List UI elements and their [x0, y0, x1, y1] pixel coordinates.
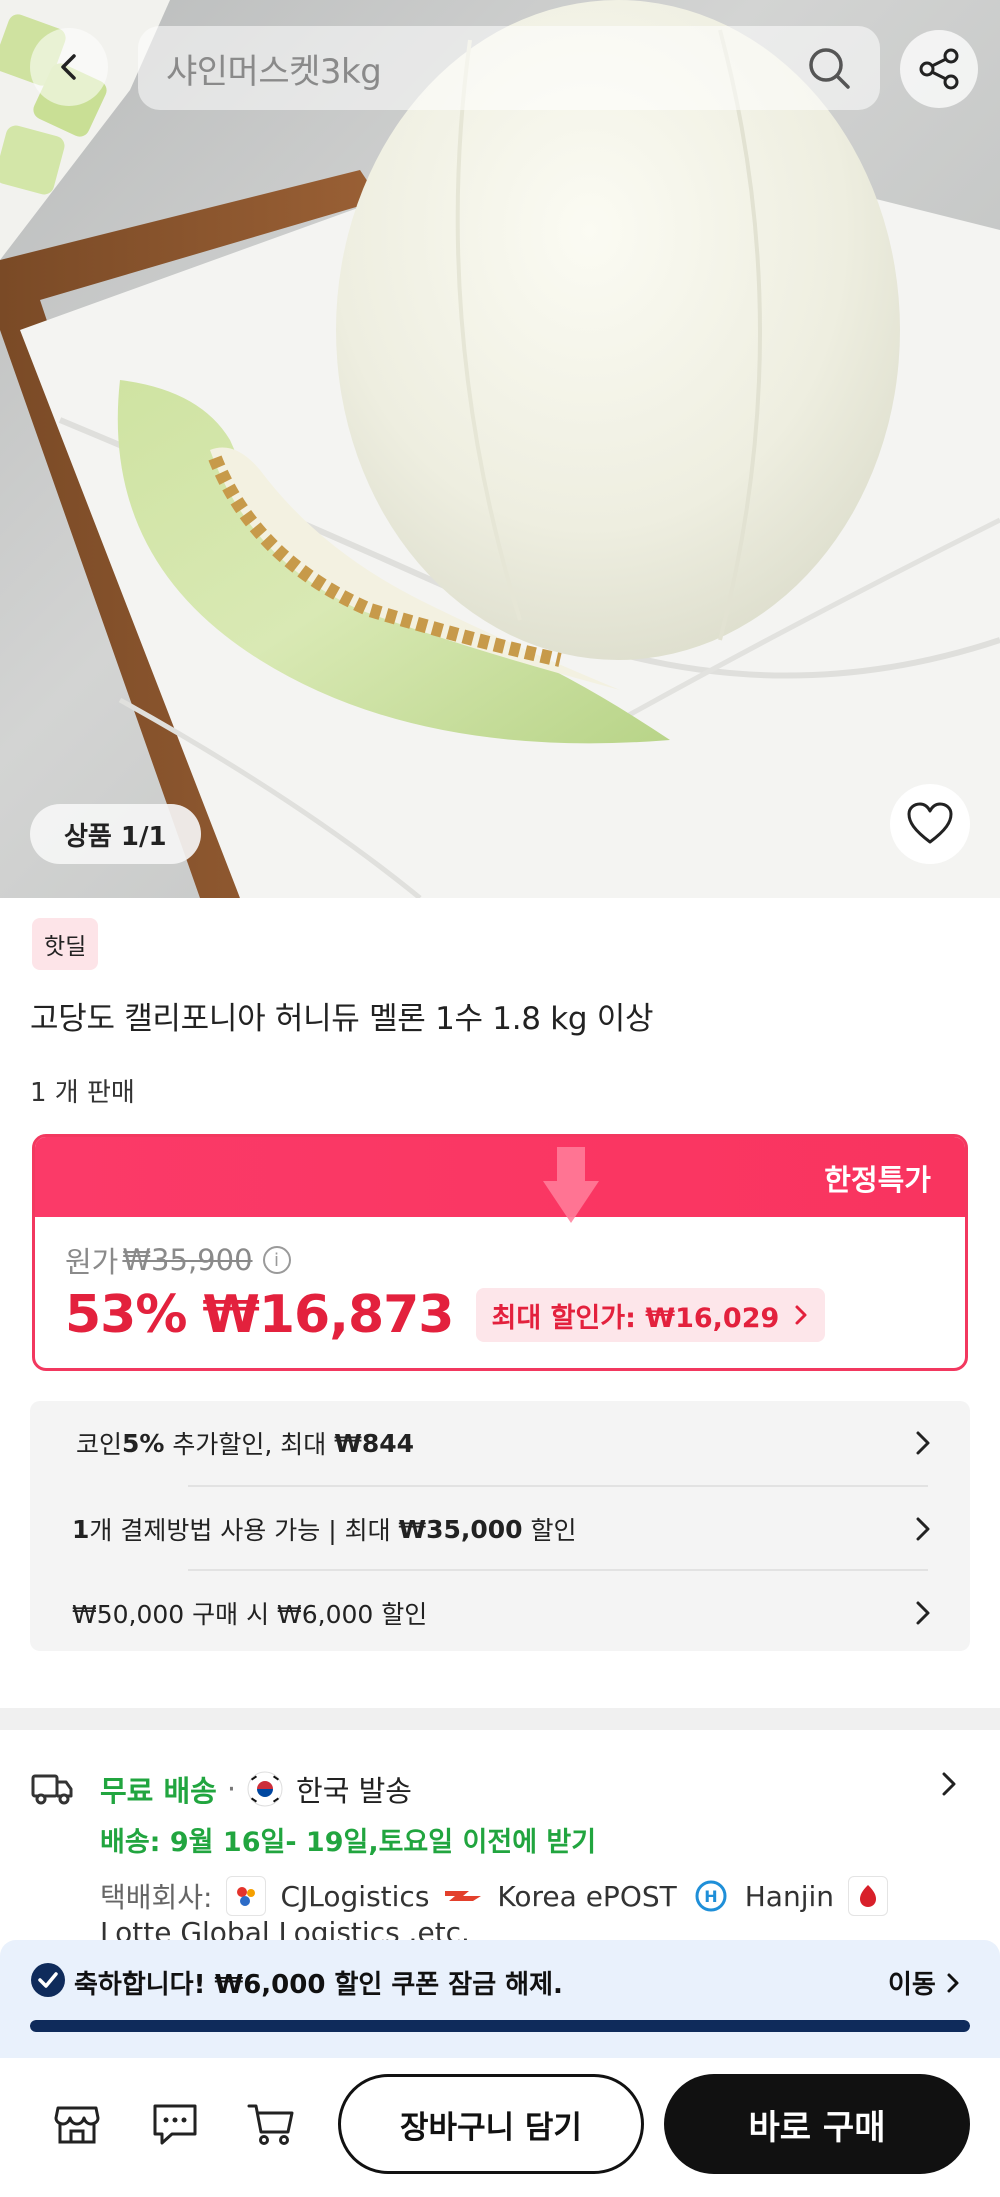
- limited-offer-label: 한정특가: [824, 1163, 931, 1197]
- hot-deal-badge: 핫딜: [32, 918, 99, 970]
- search-bar[interactable]: 샤인머스켓3kg: [138, 26, 880, 110]
- price-box: 한정특가 원가 ₩35,900 i 53% ₩16,873 최대 할인가: ₩1…: [32, 1134, 968, 1371]
- chevron-right-icon: [916, 1601, 930, 1625]
- sale-price-row: 53% ₩16,873 최대 할인가: ₩16,029: [65, 1285, 826, 1345]
- benefit-coin-max: ₩844: [334, 1428, 415, 1458]
- wishlist-button[interactable]: [890, 784, 970, 864]
- chevron-right-icon: [795, 1305, 807, 1325]
- product-image-gallery[interactable]: 샤인머스켓3kg 상품 1/1: [0, 0, 1000, 898]
- add-to-cart-button[interactable]: 장바구니 담기: [338, 2074, 644, 2174]
- ship-origin: 한국 발송: [296, 1774, 412, 1808]
- coupon-progress-bar: [30, 2020, 970, 2032]
- courier-name: CJLogistics: [280, 1879, 430, 1913]
- benefit-payment-mid: 개 결제방법 사용 가능 | 최대: [89, 1516, 399, 1545]
- buy-now-button[interactable]: 바로 구매: [664, 2074, 970, 2174]
- benefit-coin[interactable]: 코인 5% 추가할인, 최대 ₩844: [30, 1401, 970, 1485]
- store-icon[interactable]: [52, 2098, 102, 2148]
- max-discount-chip[interactable]: 최대 할인가: ₩16,029: [475, 1288, 826, 1342]
- benefit-payment-max: ₩35,000: [398, 1514, 523, 1544]
- original-price-row: 원가 ₩35,900 i: [65, 1239, 291, 1281]
- sale-price: ₩16,873: [202, 1285, 454, 1345]
- coupon-amount: ₩6,000: [214, 1970, 326, 2000]
- benefit-payment-count: 1: [72, 1514, 90, 1544]
- cj-logo-icon: [226, 1876, 267, 1916]
- limited-offer-banner: 한정특가: [35, 1137, 965, 1223]
- coupon-go-label: 이동: [888, 1970, 936, 2000]
- benefit-payment-suffix: 할인: [522, 1516, 577, 1545]
- benefit-bundle-text: ₩50,000 구매 시 ₩6,000 할인: [72, 1600, 428, 1629]
- courier-name: Hanjin: [744, 1879, 834, 1913]
- coupon-message-suffix: 할인 쿠폰 잠금 해제.: [325, 1970, 563, 2000]
- info-icon[interactable]: i: [262, 1246, 291, 1274]
- section-divider: [0, 1708, 1000, 1730]
- product-photo: [0, 0, 1000, 898]
- truck-icon: [31, 1774, 73, 1805]
- lotte-logo-icon: [848, 1876, 888, 1916]
- benefit-bundle[interactable]: ₩50,000 구매 시 ₩6,000 할인: [30, 1571, 970, 1655]
- chevron-left-icon: [61, 54, 76, 80]
- max-discount-text: 최대 할인가: ₩16,029: [491, 1302, 780, 1334]
- heart-icon: [907, 802, 953, 844]
- coupon-message-prefix: 축하합니다!: [74, 1970, 215, 2000]
- delivery-estimate: 배송: 9월 16일- 19일,토요일 이전에 받기: [100, 1827, 597, 1858]
- korea-post-logo-icon: [443, 1876, 484, 1916]
- benefit-coin-mid: 추가할인, 최대: [164, 1430, 335, 1459]
- benefit-coin-prefix: 코인: [76, 1430, 123, 1459]
- benefits-list: 코인 5% 추가할인, 최대 ₩844 1 개 결제방법 사용 가능 | 최대 …: [30, 1401, 970, 1651]
- original-price-label: 원가: [65, 1245, 119, 1279]
- courier-list: 택배회사: CJLogistics Korea ePOST H Hanjin: [100, 1876, 902, 1916]
- share-icon: [919, 48, 959, 90]
- back-button[interactable]: [30, 28, 108, 106]
- shipping-summary: 무료 배송 · 한국 발송: [100, 1768, 412, 1810]
- chevron-right-icon[interactable]: [940, 1770, 958, 1798]
- chevron-right-icon: [947, 1973, 959, 1992]
- cart-icon[interactable]: [246, 2098, 296, 2148]
- chevron-right-icon: [916, 1517, 930, 1541]
- coupon-go-button[interactable]: 이동: [888, 1964, 960, 2001]
- courier-label: 택배회사:: [100, 1881, 213, 1914]
- sold-count: 1 개 판매: [30, 1078, 135, 1108]
- hanjin-logo-icon: H: [690, 1876, 731, 1916]
- discount-percent: 53%: [65, 1285, 187, 1345]
- search-input[interactable]: 샤인머스켓3kg: [166, 44, 806, 93]
- korea-flag-icon: [247, 1771, 283, 1807]
- courier-name: Korea ePOST: [497, 1879, 677, 1913]
- benefit-coin-pct: 5%: [122, 1428, 165, 1458]
- separator: ·: [226, 1772, 237, 1806]
- chat-icon[interactable]: [150, 2098, 200, 2148]
- search-icon[interactable]: [806, 45, 852, 91]
- free-shipping-label: 무료 배송: [100, 1774, 217, 1808]
- benefit-payment[interactable]: 1 개 결제방법 사용 가능 | 최대 ₩35,000 할인: [30, 1487, 970, 1571]
- chevron-right-icon: [916, 1431, 930, 1455]
- coupon-message: 축하합니다! ₩6,000 할인 쿠폰 잠금 해제.: [74, 1964, 563, 2001]
- check-circle-icon: [31, 1963, 65, 1997]
- svg-text:H: H: [704, 1887, 717, 1906]
- coupon-progress-fill: [30, 2020, 970, 2032]
- arrow-down-icon: [543, 1147, 599, 1223]
- share-button[interactable]: [900, 30, 978, 108]
- image-counter: 상품 1/1: [30, 804, 201, 864]
- original-price: ₩35,900: [122, 1243, 253, 1277]
- product-title: 고당도 캘리포니아 허니듀 멜론 1수 1.8 kg 이상: [30, 1001, 654, 1037]
